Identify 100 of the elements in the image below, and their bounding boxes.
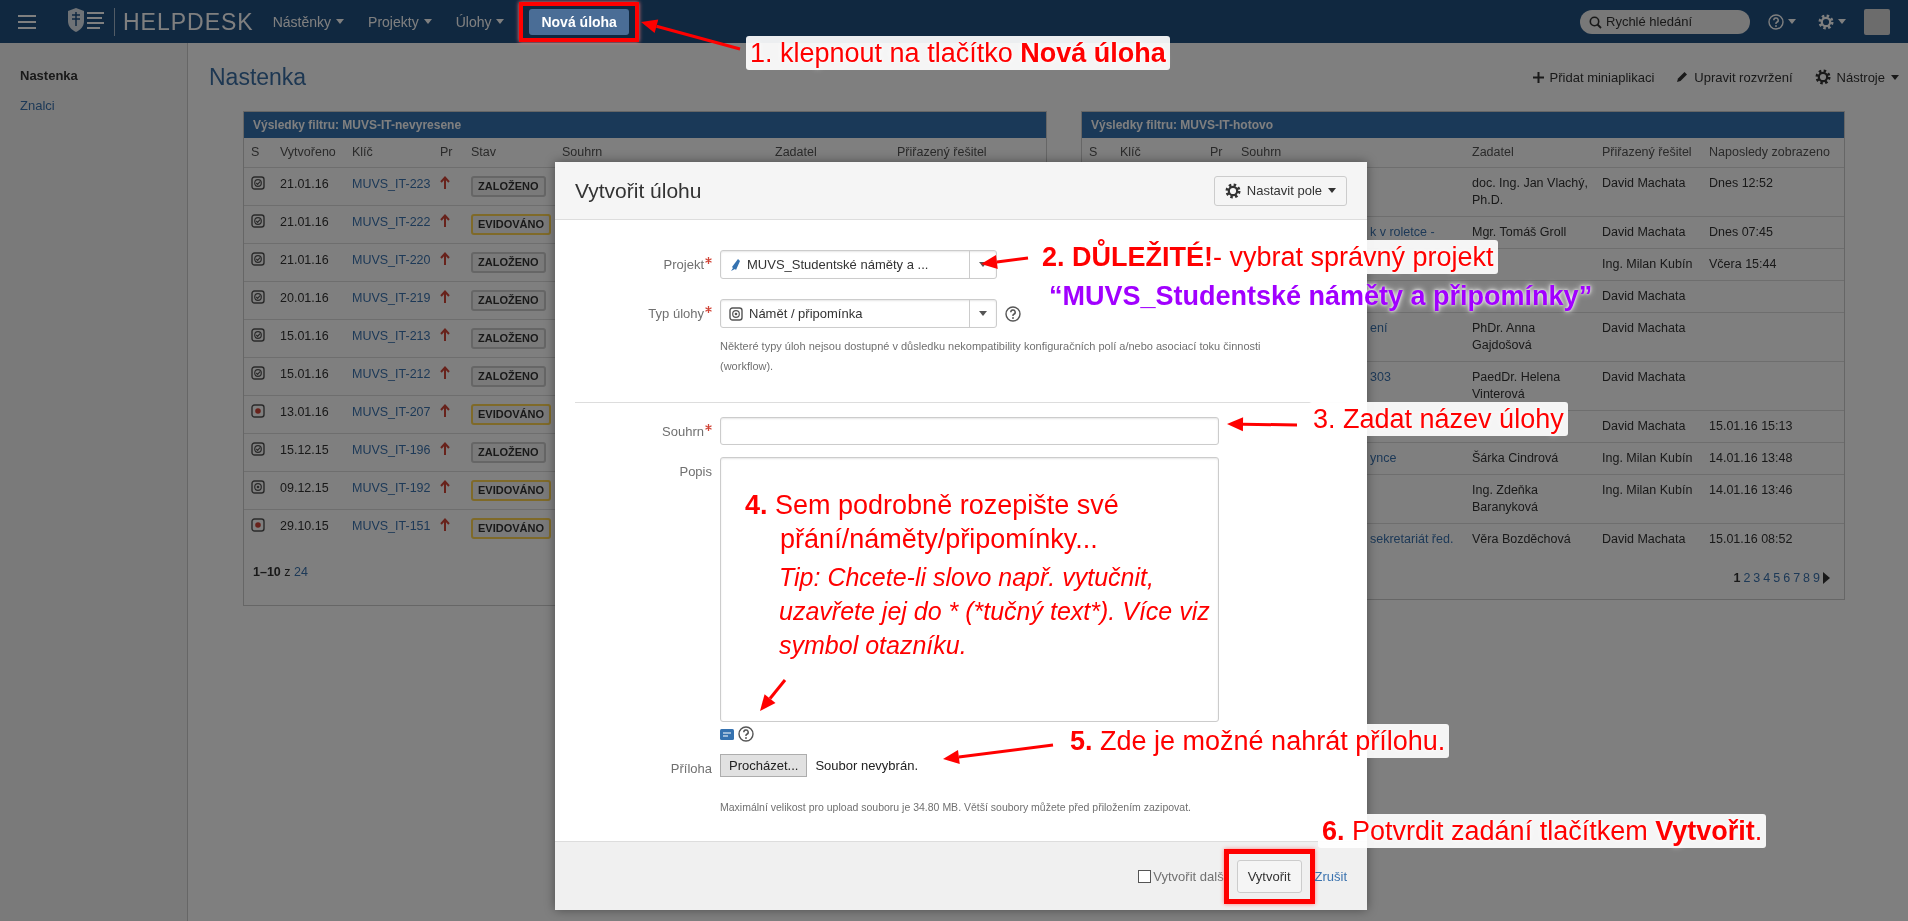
gadget-title: Výsledky filtru: MUVS-IT-hotovo [1082, 112, 1844, 138]
checkbox[interactable] [1138, 869, 1152, 883]
annotation-arrow [981, 255, 1029, 269]
nav-menu[interactable]: Nástěnky [267, 13, 350, 30]
table-cell-text: David Machata [1601, 369, 1687, 386]
annotation-arrow [1227, 417, 1298, 432]
help-icon [1768, 13, 1784, 30]
column-header: Naposledy zobrazeno [1708, 144, 1831, 161]
caret-icon [1328, 188, 1336, 193]
issue-key-link[interactable]: MUVS_IT-222 [345, 214, 433, 235]
page-link[interactable]: 6 [1783, 571, 1791, 585]
table-cell-text: Věra Bozděchová [1471, 531, 1572, 548]
task-type-icon [251, 290, 265, 304]
field-hint: Maximální velikost pro upload souboru je 34.80 MB. Větší soubory můžete před přiložením zazipovat. [720, 800, 1192, 815]
table-cell-text: David Machata [1601, 288, 1687, 305]
table-cell-text: Mgr. Tomáš Groll [1471, 224, 1568, 241]
issue-key-link[interactable]: MUVS_IT-223 [345, 176, 433, 197]
description-field[interactable] [720, 457, 1219, 722]
settings-icon [1224, 182, 1241, 199]
issue-key-link[interactable]: MUVS_IT-213 [345, 328, 433, 349]
search-field[interactable]: Rychlé hledání [1580, 9, 1750, 34]
table-cell-text: 09.12.15 [279, 480, 330, 497]
user-avatar[interactable] [1864, 8, 1890, 35]
field-label: Typ úlohy [648, 305, 704, 323]
table-cell-text: Dnes 07:45 [1708, 224, 1774, 241]
table-cell-text: Dnes 12:52 [1708, 175, 1774, 192]
nav-menu[interactable]: Úlohy [450, 13, 510, 30]
next-page-icon[interactable] [1823, 572, 1830, 584]
select-field[interactable]: Námět / připomínka [720, 299, 997, 328]
nav-menu[interactable]: Projekty [363, 13, 437, 30]
text-input-field[interactable] [720, 417, 1219, 445]
table-cell-text: 29.10.15 [279, 518, 330, 535]
help-icon[interactable] [738, 726, 754, 742]
column-header: Zadatel [1471, 144, 1515, 161]
column-header: Vytvořeno [279, 144, 337, 161]
table-cell-text: David Machata [1601, 531, 1687, 548]
table-cell-text: David Machata [1601, 418, 1687, 435]
page-link[interactable]: 7 [1793, 571, 1801, 585]
cancel-link[interactable]: Zrušit [1314, 868, 1347, 884]
table-cell-text: Ing. Milan Kubín [1601, 482, 1694, 499]
file-status: Soubor nevybrán. [815, 758, 918, 773]
task-type-icon [251, 442, 265, 456]
select-field[interactable]: MUVS_Studentské náměty a ... [720, 250, 997, 279]
sidebar-item[interactable]: Znalci [20, 97, 187, 114]
table-cell-text: PaedDr. Helena Vinterová [1471, 369, 1562, 403]
pager-total-link[interactable]: 24 [294, 565, 308, 579]
toolbar-button[interactable]: Nástroje [1814, 69, 1899, 85]
annotation-text: 1. klepnout na tlačítko Nová úloha [746, 36, 1170, 70]
select-value: MUVS_Studentské náměty a ... [747, 257, 929, 272]
priority-arrow-icon [440, 518, 450, 531]
field-label: Souhrn [662, 423, 704, 441]
page-link[interactable]: 8 [1803, 571, 1811, 585]
task-type-icon [251, 214, 265, 228]
table-cell-text: 15.01.16 [279, 366, 330, 383]
table-cell-text: Ing. Milan Kubín [1601, 450, 1694, 467]
table-cell-text: 15.12.15 [279, 442, 330, 459]
issue-key-link[interactable]: MUVS_IT-192 [345, 480, 433, 501]
page-link[interactable]: 3 [1753, 571, 1761, 585]
sidebar-item[interactable]: Nastenka [20, 67, 187, 84]
checkbox-label: Vytvořit dalš [1153, 868, 1224, 884]
text-style-icon[interactable] [720, 728, 734, 740]
pager-range: 1–10 [253, 565, 281, 579]
configure-fields-button[interactable]: Nastavit pole [1213, 175, 1347, 206]
help-icon[interactable] [1005, 305, 1021, 322]
issue-key-link[interactable]: MUVS_IT-220 [345, 252, 433, 273]
issue-key-link[interactable]: MUVS_IT-212 [345, 366, 433, 387]
status-badge: ZALOŽENO [471, 176, 546, 197]
column-header: S [250, 144, 261, 161]
create-button[interactable]: Vytvořit [1236, 859, 1302, 893]
issue-key-link[interactable]: MUVS_IT-196 [345, 442, 433, 463]
search-icon [1589, 15, 1602, 29]
browse-button[interactable]: Procházet... [720, 754, 808, 777]
page-link[interactable]: 1 [1733, 571, 1741, 585]
priority-arrow-icon [440, 442, 450, 455]
toolbar-button[interactable]: Upravit rozvržení [1676, 69, 1793, 85]
table-cell-text: 20.01.16 [279, 290, 330, 307]
create-issue-button[interactable]: Nová úloha [529, 8, 629, 35]
table-cell-text: Včera 15:44 [1708, 256, 1778, 273]
field-label: Popis [679, 463, 712, 481]
column-header: Klíč [351, 144, 374, 161]
page-link[interactable]: 2 [1743, 571, 1751, 585]
task-type-icon [251, 328, 265, 342]
table-cell-text: 21.01.16 [279, 176, 330, 193]
priority-arrow-icon [440, 176, 450, 189]
table-cell-text: David Machata [1601, 320, 1687, 337]
issue-key-link[interactable]: MUVS_IT-207 [345, 404, 433, 425]
table-cell-text: 13.01.16 [279, 404, 330, 421]
settings-icon [1818, 13, 1834, 30]
page-link[interactable]: 5 [1773, 571, 1781, 585]
column-header: Klíč [1119, 144, 1142, 161]
page-link[interactable]: 9 [1813, 571, 1820, 585]
issue-key-link[interactable]: MUVS_IT-219 [345, 290, 433, 311]
priority-arrow-icon [440, 214, 450, 227]
field-label: Příloha [670, 760, 712, 778]
settings-icon [1814, 69, 1831, 85]
table-cell-text: 14.01.16 13:48 [1708, 450, 1794, 467]
toolbar-button[interactable]: Přidat miniaplikaci [1532, 69, 1655, 85]
page-link[interactable]: 4 [1763, 571, 1771, 585]
issue-key-link[interactable]: MUVS_IT-151 [345, 518, 433, 539]
menu-icon[interactable] [18, 14, 36, 29]
